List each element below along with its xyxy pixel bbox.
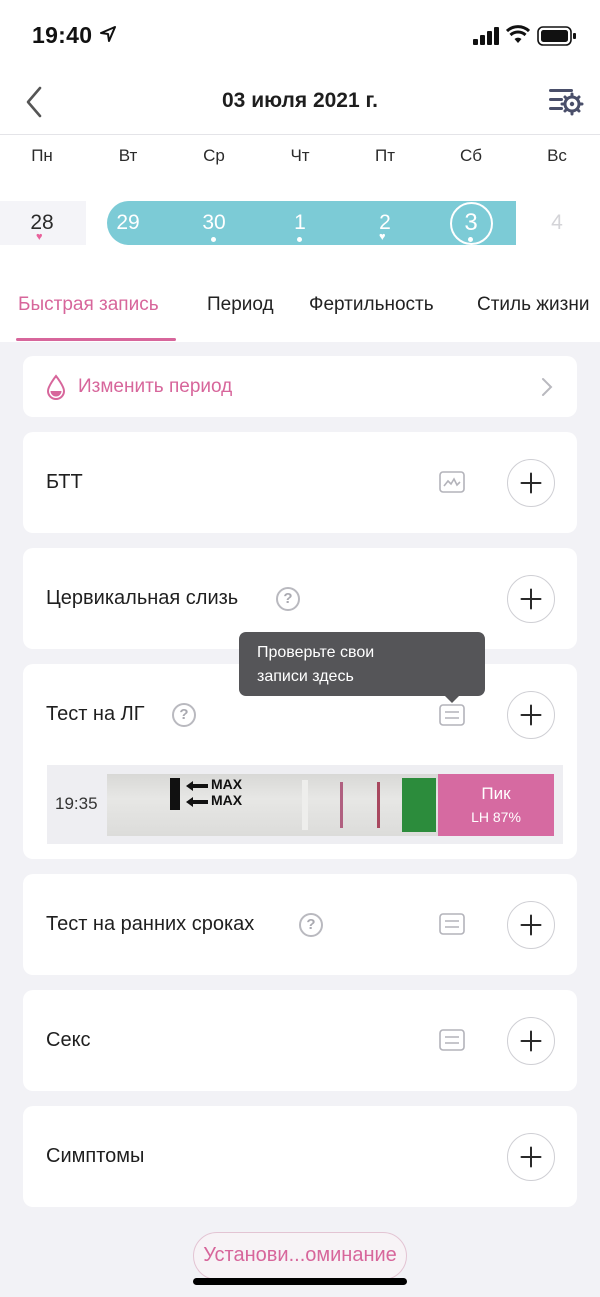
status-time: 19:40: [32, 22, 93, 48]
tab-quick-record[interactable]: Быстрая запись: [18, 294, 159, 316]
arrow-left-icon: [186, 781, 208, 791]
chevron-right-icon: [542, 378, 553, 396]
lh-result-value: LH 87%: [471, 809, 521, 825]
strip-test-line: [377, 782, 380, 828]
weekday-wed: Ср: [203, 146, 225, 165]
help-icon[interactable]: ?: [299, 913, 323, 937]
tooltip-line-2: записи здесь: [257, 668, 354, 685]
strip-window: [302, 780, 308, 830]
strip-handle-mark: [170, 778, 180, 810]
symptoms-title: Симптомы: [46, 1145, 145, 1167]
weekday-sun: Вс: [547, 146, 567, 165]
lh-test-record[interactable]: 19:35 MAX MAX Пик LH 87%: [47, 765, 563, 844]
records-list-icon[interactable]: [439, 913, 465, 935]
settings-button[interactable]: [545, 84, 585, 120]
tab-lifestyle[interactable]: Стиль жизни: [477, 294, 589, 316]
records-list-icon[interactable]: [439, 704, 465, 726]
day-number: 4: [551, 211, 563, 234]
chevron-left-icon: [26, 86, 42, 118]
list-settings-icon: [549, 89, 584, 116]
record-dot: [297, 237, 302, 242]
add-btt-button[interactable]: [507, 459, 555, 507]
back-button[interactable]: [18, 82, 50, 122]
set-reminder-button[interactable]: Установи...оминание: [193, 1232, 407, 1280]
category-tabs: Быстрая запись Период Фертильность Стиль…: [0, 290, 600, 342]
strip-max-text: MAX: [211, 776, 243, 792]
help-icon[interactable]: ?: [276, 587, 300, 611]
records-list-icon[interactable]: [439, 1029, 465, 1051]
btt-card: БТТ: [23, 432, 577, 533]
btt-title: БТТ: [46, 471, 83, 493]
early-test-title: Тест на ранних сроках: [46, 913, 255, 935]
battery-icon: [537, 26, 576, 46]
weekday-sat: Сб: [459, 146, 482, 165]
wifi-icon: [506, 25, 530, 43]
sex-title: Секс: [46, 1029, 91, 1051]
add-sex-button[interactable]: [507, 1017, 555, 1065]
add-early-test-button[interactable]: [507, 901, 555, 949]
day-number: 30: [202, 211, 226, 234]
cervical-mucus-title: Цервикальная слизь: [46, 587, 239, 609]
active-tab-underline: [16, 338, 176, 341]
chart-icon[interactable]: [439, 471, 465, 493]
add-lh-test-button[interactable]: [507, 691, 555, 739]
day-30[interactable]: 30: [184, 208, 244, 244]
lh-result-label: Пик: [481, 784, 511, 803]
tooltip-line-1: Проверьте свои: [257, 644, 375, 661]
change-period-label: Изменить период: [78, 376, 233, 397]
early-test-card: Тест на ранних сроках ?: [23, 874, 577, 975]
add-cervical-mucus-button[interactable]: [507, 575, 555, 623]
strip-max-text: MAX: [211, 792, 243, 808]
location-arrow-icon: [100, 26, 116, 42]
tab-fertility[interactable]: Фертильность: [309, 294, 434, 316]
day-3-selected[interactable]: 3: [441, 208, 501, 244]
help-icon[interactable]: ?: [172, 703, 196, 727]
add-symptoms-button[interactable]: [507, 1133, 555, 1181]
record-dot: [211, 237, 216, 242]
day-4[interactable]: 4: [527, 208, 587, 244]
arrow-left-icon: [186, 797, 208, 807]
strip-green-end: [402, 778, 436, 832]
lh-record-time: 19:35: [55, 794, 98, 813]
heart-icon: ♥: [379, 231, 386, 243]
home-indicator: [193, 1278, 407, 1285]
day-28[interactable]: 28 ♥: [12, 208, 72, 244]
strip-control-line: [340, 782, 343, 828]
day-2[interactable]: 2 ♥: [355, 208, 415, 244]
header-divider: [0, 134, 600, 135]
record-dot: [468, 237, 473, 242]
day-1[interactable]: 1: [270, 208, 330, 244]
cellular-signal-icon: [473, 27, 499, 45]
tab-period[interactable]: Период: [207, 294, 274, 316]
heart-icon: ♥: [36, 231, 43, 243]
weekday-tue: Вт: [118, 146, 138, 165]
symptoms-card: Симптомы: [23, 1106, 577, 1207]
tooltip-arrow: [444, 695, 460, 703]
records-tooltip: Проверьте свои записи здесь: [239, 632, 485, 696]
change-period-row[interactable]: Изменить период: [23, 356, 577, 417]
day-number: 1: [294, 211, 306, 234]
sex-card: Секс: [23, 990, 577, 1091]
day-number: 29: [116, 211, 140, 234]
day-number: 3: [464, 209, 478, 236]
weekday-fri: Пт: [374, 146, 395, 165]
lh-test-title: Тест на ЛГ: [46, 703, 145, 725]
lh-result-badge: Пик LH 87%: [438, 774, 554, 836]
day-29[interactable]: 29: [98, 208, 158, 244]
weekday-thu: Чт: [290, 146, 310, 165]
weekday-mon: Пн: [31, 146, 53, 165]
drop-icon: [46, 374, 66, 400]
